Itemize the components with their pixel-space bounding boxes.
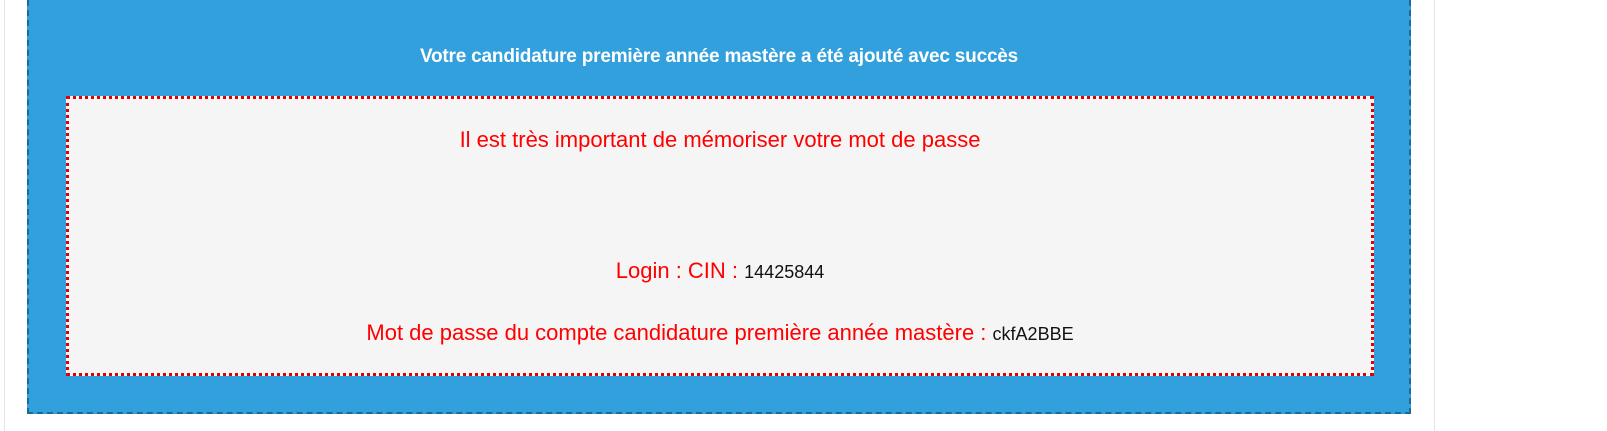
login-value: 14425844 <box>744 262 825 282</box>
success-panel: Votre candidature première année mastère… <box>27 0 1411 414</box>
password-warning: Il est très important de mémoriser votre… <box>459 127 981 152</box>
page: Votre candidature première année mastère… <box>0 0 1607 431</box>
login-label: Login : CIN : <box>615 258 739 283</box>
credentials-notice-box: Il est très important de mémoriser votre… <box>66 96 1374 376</box>
success-message: Votre candidature première année mastère… <box>419 46 1019 67</box>
right-divider <box>1434 0 1435 431</box>
login-row: Login : CIN : 14425844 <box>69 256 1371 287</box>
left-divider <box>4 0 5 431</box>
password-row: Mot de passe du compte candidature premi… <box>69 318 1371 349</box>
password-value: ckfA2BBE <box>992 324 1074 344</box>
password-label: Mot de passe du compte candidature premi… <box>366 320 987 345</box>
